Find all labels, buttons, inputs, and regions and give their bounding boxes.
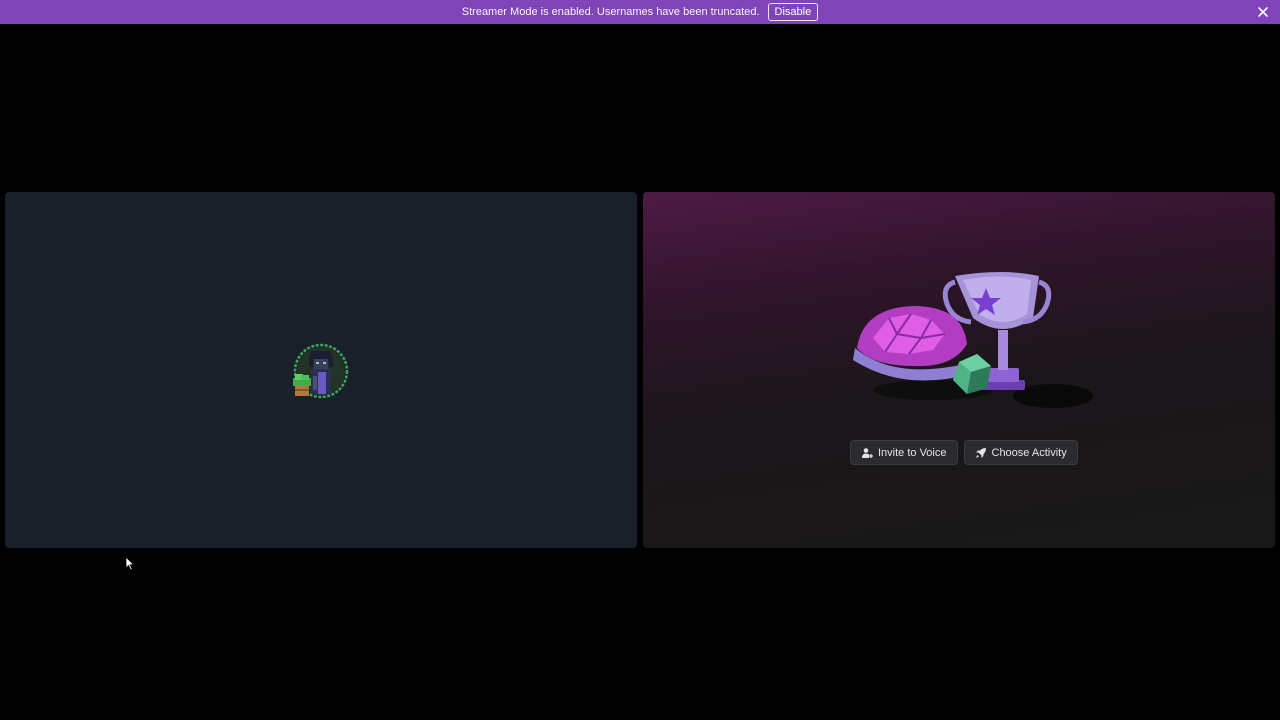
invite-to-voice-button[interactable]: Invite to Voice xyxy=(850,440,958,465)
pixel-avatar-icon xyxy=(293,343,349,399)
invite-to-voice-label: Invite to Voice xyxy=(878,446,947,459)
mouse-cursor-icon xyxy=(125,556,135,571)
activity-actions: Invite to Voice Choose Activity xyxy=(850,440,1078,465)
banner-message: Streamer Mode is enabled. Usernames have… xyxy=(461,6,760,18)
disable-streamer-mode-button[interactable]: Disable xyxy=(767,3,819,21)
close-icon[interactable] xyxy=(1256,5,1270,19)
trophy-shell-dice-icon xyxy=(853,272,1093,408)
person-add-icon xyxy=(862,447,873,458)
rocket-icon xyxy=(975,447,986,458)
choose-activity-button[interactable]: Choose Activity xyxy=(963,440,1078,465)
choose-activity-label: Choose Activity xyxy=(991,446,1067,459)
streamer-mode-banner: Streamer Mode is enabled. Usernames have… xyxy=(0,0,1280,24)
user-avatar[interactable] xyxy=(289,342,351,404)
